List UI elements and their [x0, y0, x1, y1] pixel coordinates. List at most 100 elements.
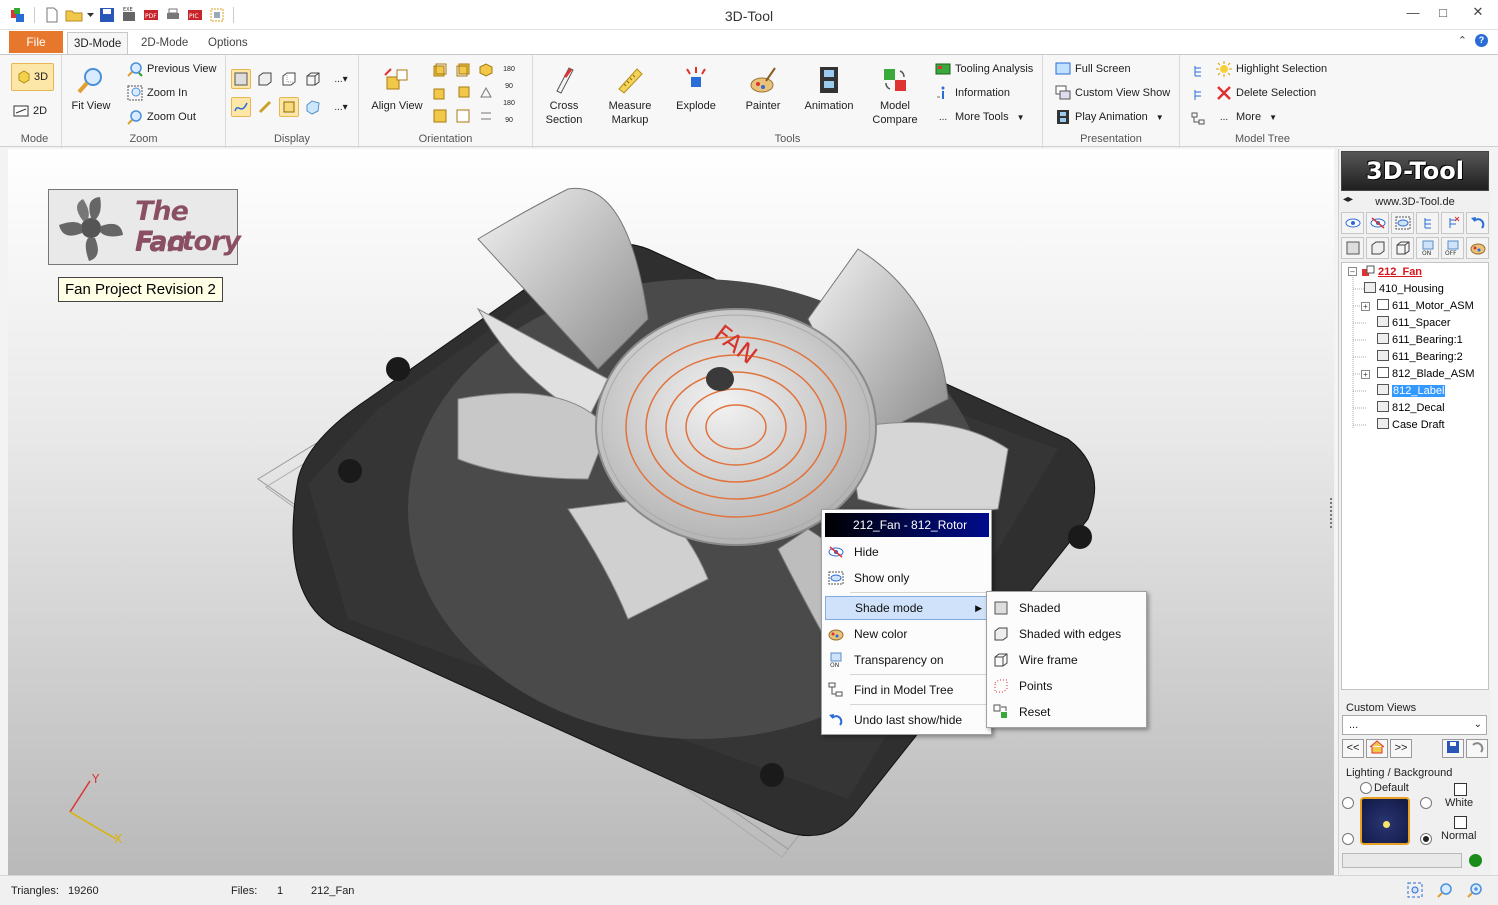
- view-back-button[interactable]: [453, 60, 473, 80]
- fit-view-button[interactable]: Fit View: [68, 63, 114, 113]
- project-annotation[interactable]: Fan Project Revision 2: [58, 277, 223, 302]
- tab-2d-mode[interactable]: 2D-Mode: [135, 32, 194, 54]
- more-tools-button[interactable]: ... More Tools ▼: [935, 107, 1025, 127]
- menu-item-transparency-on[interactable]: ON Transparency on: [825, 648, 989, 672]
- tree-collapse-button[interactable]: [1188, 85, 1208, 105]
- lighting-preview[interactable]: [1360, 797, 1410, 845]
- tree-node-812-blade-asm[interactable]: 812_Blade_ASM: [1377, 366, 1475, 383]
- custom-view-show-button[interactable]: Custom View Show: [1055, 83, 1170, 103]
- tree-node-611-motor-asm[interactable]: 611_Motor_ASM: [1377, 298, 1474, 315]
- zoom-out-status-icon[interactable]: [1436, 881, 1454, 899]
- highlight-selection-button[interactable]: Highlight Selection: [1216, 59, 1327, 79]
- tree-expand-toggle[interactable]: +: [1361, 302, 1370, 311]
- measure-markup-button[interactable]: Measure Markup: [603, 63, 657, 127]
- shaded-edges-display-button[interactable]: [255, 69, 275, 89]
- zoom-in-button[interactable]: Zoom In: [127, 83, 187, 103]
- tree-expand-button[interactable]: [1188, 61, 1208, 81]
- maximize-button[interactable]: □: [1428, 0, 1458, 24]
- view-iso-button[interactable]: [476, 60, 496, 80]
- show-all-eye-icon[interactable]: [1341, 212, 1364, 234]
- collapse-tree-icon[interactable]: [1441, 212, 1464, 234]
- tree-node-812-label[interactable]: 812_Label: [1377, 383, 1446, 400]
- explode-button[interactable]: Explode: [671, 63, 721, 113]
- points-display-button[interactable]: [255, 97, 275, 117]
- hide-eye-icon[interactable]: [1366, 212, 1389, 234]
- tab-file[interactable]: File: [9, 31, 63, 53]
- undo-show-hide-icon[interactable]: [1466, 212, 1489, 234]
- tree-node-611-spacer[interactable]: 611_Spacer: [1377, 315, 1451, 332]
- full-screen-button[interactable]: Full Screen: [1055, 59, 1131, 79]
- view-left-button[interactable]: [430, 83, 450, 103]
- show-only-icon[interactable]: [1391, 212, 1414, 234]
- lighting-right-radio[interactable]: [1420, 797, 1432, 809]
- mode-3d-button[interactable]: 3D: [11, 63, 54, 91]
- fit-view-status-icon[interactable]: [1406, 881, 1424, 899]
- align-view-button[interactable]: Align View: [367, 63, 427, 113]
- lighting-left-radio[interactable]: [1342, 797, 1354, 809]
- submenu-item-shaded[interactable]: Shaded: [990, 595, 1144, 621]
- custom-views-select[interactable]: ... ⌄: [1342, 715, 1487, 735]
- tree-node-410-housing[interactable]: 410_Housing: [1364, 281, 1444, 298]
- delete-selection-button[interactable]: Delete Selection: [1216, 83, 1316, 103]
- information-button[interactable]: Information: [935, 83, 1010, 103]
- model-compare-button[interactable]: Model Compare: [867, 63, 923, 127]
- tab-3d-mode[interactable]: 3D-Mode: [67, 32, 129, 54]
- menu-item-shade-mode[interactable]: Shade mode ▶: [825, 596, 989, 620]
- view-trimetric-button[interactable]: [476, 106, 496, 126]
- lighting-slider[interactable]: [1342, 853, 1462, 868]
- view-dimetric-button[interactable]: [476, 83, 496, 103]
- tree-expand-toggle[interactable]: +: [1361, 370, 1370, 379]
- brand-url[interactable]: www.3D-Tool.de: [1339, 196, 1491, 208]
- display-more-dropdown-2[interactable]: ...▾: [329, 97, 353, 117]
- color-palette-icon[interactable]: [1466, 237, 1489, 259]
- menu-item-undo-show-hide[interactable]: Undo last show/hide: [825, 708, 989, 732]
- tab-options[interactable]: Options: [202, 32, 254, 54]
- view-front-button[interactable]: [430, 60, 450, 80]
- painter-button[interactable]: Painter: [739, 63, 787, 113]
- undo-custom-view-button[interactable]: [1466, 739, 1488, 758]
- shaded-edges-mode-icon[interactable]: [1366, 237, 1389, 259]
- submenu-item-points[interactable]: Points: [990, 673, 1144, 699]
- view-right-button[interactable]: [453, 83, 473, 103]
- zoom-in-status-icon[interactable]: [1466, 881, 1484, 899]
- next-custom-view-button[interactable]: >>: [1390, 739, 1412, 758]
- animation-button[interactable]: Animation: [799, 63, 859, 113]
- transparency-on-icon[interactable]: ON: [1416, 237, 1439, 259]
- menu-item-hide[interactable]: Hide: [825, 540, 989, 564]
- shaded-mode-icon[interactable]: [1341, 237, 1364, 259]
- tree-more-button[interactable]: ... More ▼: [1216, 107, 1277, 127]
- view-bottom-button[interactable]: [453, 106, 473, 126]
- menu-item-show-only[interactable]: Show only: [825, 566, 989, 590]
- lighting-bottom-right-radio[interactable]: [1420, 833, 1432, 845]
- close-button[interactable]: ✕: [1458, 0, 1498, 24]
- submenu-item-wire-frame[interactable]: Wire frame: [990, 647, 1144, 673]
- tooling-analysis-button[interactable]: Tooling Analysis: [935, 59, 1033, 79]
- curves-display-button[interactable]: [231, 97, 251, 117]
- tree-node-611-bearing-2[interactable]: 611_Bearing:2: [1377, 349, 1463, 366]
- wireframe-display-button[interactable]: [303, 69, 323, 89]
- lighting-default-radio[interactable]: [1360, 782, 1372, 794]
- previous-custom-view-button[interactable]: <<: [1342, 739, 1364, 758]
- background-normal-checkbox[interactable]: [1454, 816, 1467, 829]
- tree-node-611-bearing-1[interactable]: 611_Bearing:1: [1377, 332, 1463, 349]
- menu-item-find-in-tree[interactable]: Find in Model Tree: [825, 678, 989, 702]
- mode-2d-button[interactable]: 2D: [13, 101, 47, 121]
- transparency-display-button[interactable]: [303, 97, 323, 117]
- background-white-checkbox[interactable]: [1454, 783, 1467, 796]
- submenu-item-reset[interactable]: Reset: [990, 699, 1144, 725]
- wireframe-mode-icon[interactable]: [1391, 237, 1414, 259]
- play-animation-button[interactable]: Play Animation ▼: [1055, 107, 1164, 127]
- help-icon[interactable]: ?: [1475, 34, 1488, 47]
- collapse-ribbon-icon[interactable]: ⌃: [1458, 34, 1467, 47]
- tree-node-812-decal[interactable]: 812_Decal: [1377, 400, 1445, 417]
- expand-tree-icon[interactable]: [1416, 212, 1439, 234]
- lighting-bottom-left-radio[interactable]: [1342, 833, 1354, 845]
- tree-collapse-toggle[interactable]: –: [1348, 267, 1357, 276]
- shaded-display-button[interactable]: [231, 69, 251, 89]
- 3d-viewport[interactable]: FAN Y X The Fan Factory Fan Project Revi…: [8, 149, 1334, 875]
- tree-node-case-draft[interactable]: Case Draft: [1377, 417, 1445, 434]
- home-view-button[interactable]: [1366, 739, 1388, 758]
- transparency-off-icon[interactable]: OFF: [1441, 237, 1464, 259]
- model-tree[interactable]: – 212_Fan 410_Housing + 611_Motor_ASM 61…: [1341, 262, 1489, 690]
- save-custom-view-button[interactable]: [1442, 739, 1464, 758]
